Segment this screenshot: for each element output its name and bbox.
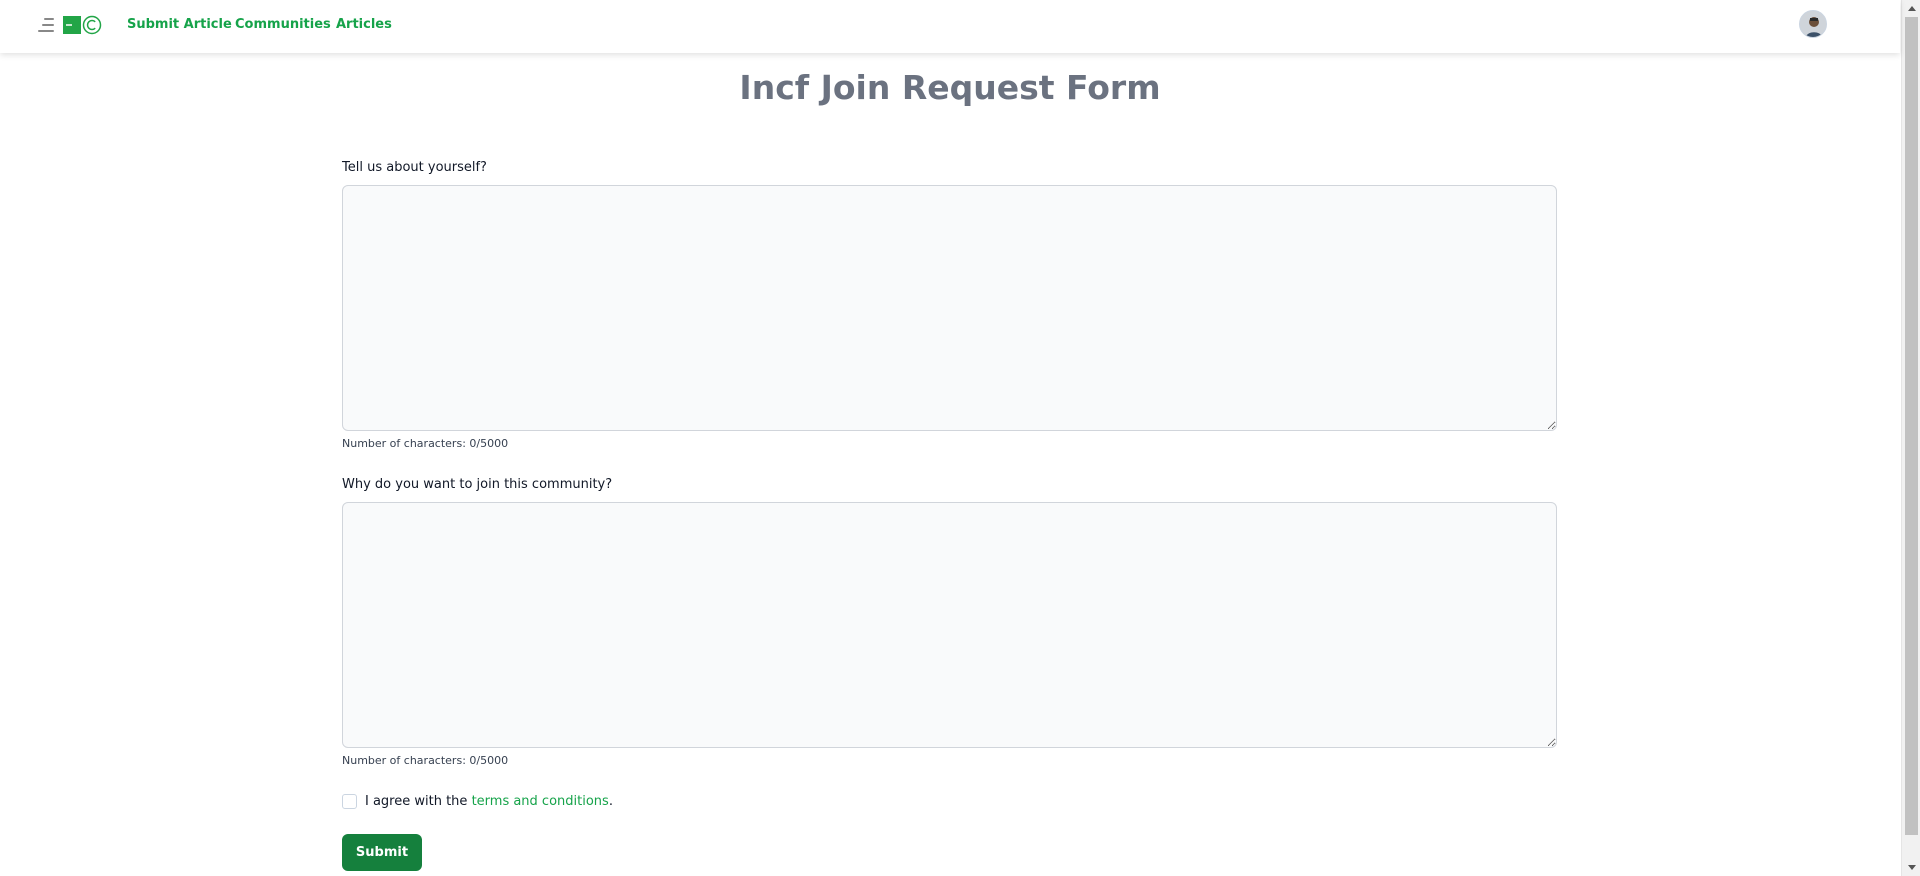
join-reason-textarea[interactable] (342, 502, 1557, 748)
about-yourself-textarea[interactable] (342, 185, 1557, 431)
join-reason-label: Why do you want to join this community? (342, 477, 613, 492)
avatar-icon (1800, 11, 1826, 37)
terms-prefix-text: I agree with the (365, 794, 472, 809)
nav-link-articles[interactable]: Articles (336, 17, 392, 32)
terms-checkbox[interactable] (342, 794, 357, 809)
about-yourself-char-count: Number of characters: 0/5000 (342, 437, 509, 450)
site-logo[interactable] (63, 15, 103, 35)
top-navbar: Submit Article Communities Articles (0, 0, 1900, 53)
nav-link-submit-article[interactable]: Submit Article (127, 17, 232, 32)
terms-suffix-text: . (608, 794, 613, 809)
terms-and-conditions-link[interactable]: terms and conditions (472, 794, 609, 809)
user-avatar[interactable] (1799, 10, 1827, 38)
join-reason-char-count: Number of characters: 0/5000 (342, 754, 509, 767)
menu-icon[interactable] (38, 15, 54, 35)
scroll-thumb[interactable] (1905, 17, 1918, 835)
terms-agreement: I agree with the terms and conditions . (342, 794, 613, 809)
page-title: Incf Join Request Form (739, 68, 1161, 107)
scroll-up-arrow-icon[interactable] (1902, 0, 1920, 17)
submit-button[interactable]: Submit (342, 834, 422, 871)
scroll-down-arrow-icon[interactable] (1902, 859, 1920, 876)
page-scrollbar[interactable] (1901, 0, 1920, 876)
nav-link-communities[interactable]: Communities (235, 17, 331, 32)
about-yourself-label: Tell us about yourself? (342, 160, 487, 175)
